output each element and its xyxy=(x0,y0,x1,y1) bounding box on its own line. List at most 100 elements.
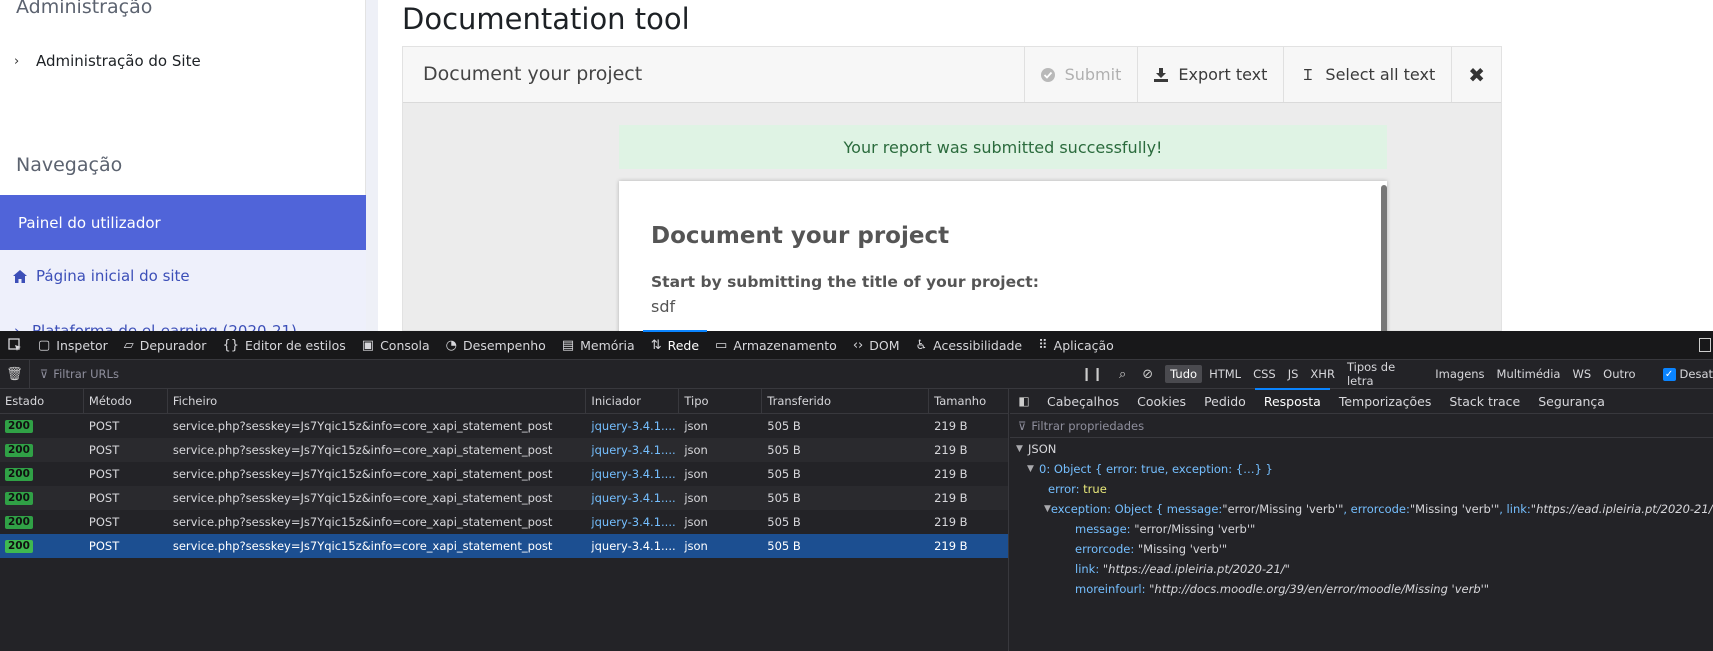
block-icon[interactable]: ⊘ xyxy=(1142,367,1153,382)
json-root[interactable]: ▼ JSON xyxy=(1010,439,1713,459)
table-row[interactable]: 200 POST service.php?sesskey=Js7Yqic15z&in… xyxy=(0,414,1008,438)
cell-size: 219 B xyxy=(929,438,1008,462)
tab-stack-trace[interactable]: Stack trace xyxy=(1440,389,1529,414)
tab-performance[interactable]: ◔ Desempenho xyxy=(438,331,554,360)
filter-other[interactable]: Outro xyxy=(1598,365,1640,383)
column-type[interactable]: Tipo xyxy=(679,389,763,413)
json-message[interactable]: message: "error/Missing 'verb'" xyxy=(1010,519,1713,539)
cell-size: 219 B xyxy=(929,414,1008,438)
cell-text[interactable]: jquery-3.4.1.... xyxy=(591,539,675,553)
text-cursor-icon: Ｉ xyxy=(1300,66,1316,84)
tab-style-editor[interactable]: {} Editor de estilos xyxy=(214,331,353,360)
column-file[interactable]: Ficheiro xyxy=(168,389,587,413)
filter-icon: ⊽ xyxy=(1018,418,1027,433)
tab-inspector[interactable]: ▢ Inspetor xyxy=(30,331,116,360)
tab-application[interactable]: ⠿ Aplicação xyxy=(1030,331,1122,360)
select-all-text-button[interactable]: Ｉ Select all text xyxy=(1283,47,1451,102)
json-exception[interactable]: ▼ exception: Object { message: "error/Mi… xyxy=(1010,499,1713,519)
cell-text: 505 B xyxy=(767,443,801,457)
json-item-0[interactable]: ▼ 0: Object { error: true, exception: {…… xyxy=(1010,459,1713,479)
filter-css[interactable]: CSS xyxy=(1248,365,1281,383)
table-row[interactable]: 200 POST service.php?sesskey=Js7Yqic15z&in… xyxy=(0,462,1008,486)
cell-text: POST xyxy=(88,443,120,457)
table-row[interactable]: 200 POST service.php?sesskey=Js7Yqic15z&in… xyxy=(0,438,1008,462)
element-picker-icon[interactable] xyxy=(0,331,30,360)
column-initiator[interactable]: Iniciador xyxy=(586,389,680,413)
tab-debugger[interactable]: ▱ Depurador xyxy=(116,331,215,360)
filter-fonts[interactable]: Tipos de letra xyxy=(1342,358,1428,390)
json-link[interactable]: link: "https://ead.ipleiria.pt/2020-21/" xyxy=(1010,559,1713,579)
dock-icon[interactable] xyxy=(1699,338,1711,352)
cell-text: service.php?sesskey=Js7Yqic15z&info=core… xyxy=(172,443,553,457)
trash-icon[interactable]: 🗑 xyxy=(0,359,30,389)
cell-text[interactable]: jquery-3.4.1.... xyxy=(591,467,675,481)
filter-ws[interactable]: WS xyxy=(1567,365,1596,383)
tab-dom[interactable]: ‹› DOM xyxy=(845,331,908,360)
cell-text[interactable]: jquery-3.4.1.... xyxy=(591,515,675,529)
column-size[interactable]: Tamanho xyxy=(929,389,1008,413)
code-icon: ‹› xyxy=(852,337,864,353)
filter-all[interactable]: Tudo xyxy=(1165,365,1203,383)
filter-urls-input[interactable]: ⊽ Filtrar URLs xyxy=(40,367,1081,381)
toggle-panel-icon[interactable]: ◧ xyxy=(1010,394,1038,408)
cell-text: 219 B xyxy=(934,443,968,457)
table-row[interactable]: 200 POST service.php?sesskey=Js7Yqic15z&in… xyxy=(0,486,1008,510)
export-text-button[interactable]: Export text xyxy=(1137,47,1283,102)
filter-images[interactable]: Imagens xyxy=(1430,365,1489,383)
cell-text: service.php?sesskey=Js7Yqic15z&info=core… xyxy=(172,491,553,505)
cell-text[interactable]: jquery-3.4.1.... xyxy=(591,491,675,505)
panel-title: Document your project xyxy=(423,63,643,85)
tab-cookies[interactable]: Cookies xyxy=(1128,389,1195,414)
details-tabbar: ◧ Cabeçalhos Cookies Pedido Resposta Tem… xyxy=(1010,387,1713,414)
filter-media[interactable]: Multimédia xyxy=(1492,365,1566,383)
filter-html[interactable]: HTML xyxy=(1204,365,1246,383)
accessibility-icon: ♿ xyxy=(915,337,928,353)
pause-icon[interactable]: ❙❙ xyxy=(1081,367,1103,382)
cell-transferred: 505 B xyxy=(762,486,929,510)
search-icon[interactable]: ⌕ xyxy=(1119,367,1126,382)
disable-cache-label: Desat xyxy=(1679,367,1713,381)
tab-accessibility[interactable]: ♿ Acessibilidade xyxy=(907,331,1030,360)
json-error[interactable]: error: true xyxy=(1010,479,1713,499)
tab-network[interactable]: ⇅ Rede xyxy=(642,329,708,360)
column-method[interactable]: Método xyxy=(84,389,168,413)
tab-request[interactable]: Pedido xyxy=(1195,389,1255,414)
table-row[interactable]: 200 POST service.php?sesskey=Js7Yqic15z&in… xyxy=(0,510,1008,534)
table-row[interactable]: 200 POST service.php?sesskey=Js7Yqic15z&in… xyxy=(0,534,1008,558)
tab-storage[interactable]: ▭ Armazenamento xyxy=(707,331,845,360)
filter-xhr[interactable]: XHR xyxy=(1305,365,1340,383)
filter-js[interactable]: JS xyxy=(1283,365,1304,383)
download-icon xyxy=(1154,67,1169,82)
scrollbar[interactable] xyxy=(1381,185,1387,331)
tab-headers[interactable]: Cabeçalhos xyxy=(1038,389,1128,414)
cell-text[interactable]: jquery-3.4.1.... xyxy=(591,419,675,433)
tab-security[interactable]: Segurança xyxy=(1529,389,1614,414)
sidebar-item-site-admin[interactable]: › Administração do Site xyxy=(14,52,201,70)
column-transferred[interactable]: Transferido xyxy=(762,389,930,413)
cell-text[interactable]: jquery-3.4.1.... xyxy=(591,443,675,457)
json-key: error: xyxy=(1048,482,1080,496)
tab-label: Rede xyxy=(667,337,700,353)
json-tree: ▼ JSON ▼ 0: Object { error: true, except… xyxy=(1010,438,1713,599)
cell-text: POST xyxy=(88,515,120,529)
cell-status: 200 xyxy=(0,414,84,438)
tab-label: DOM xyxy=(869,337,900,353)
request-list: Estado Método Ficheiro Iniciador Tipo Tr… xyxy=(0,389,1009,651)
sidebar-item-dashboard[interactable]: Painel do utilizador xyxy=(0,195,366,250)
cell-text: 505 B xyxy=(767,491,801,505)
tab-memory[interactable]: ▤ Memória xyxy=(554,331,643,360)
filter-properties-input[interactable]: ⊽ Filtrar propriedades xyxy=(1010,414,1713,438)
tab-response[interactable]: Resposta xyxy=(1254,387,1330,414)
json-moreinfourl[interactable]: moreinfourl: "http://docs.moodle.org/39/… xyxy=(1010,579,1713,599)
disable-cache-checkbox[interactable]: ✓ Desat xyxy=(1662,367,1713,381)
sidebar-item-home[interactable]: Página inicial do site xyxy=(13,267,190,285)
cell-text: json xyxy=(684,467,708,481)
submit-button[interactable]: Submit xyxy=(1023,47,1138,102)
close-button[interactable]: ✖ xyxy=(1451,47,1501,102)
json-errorcode[interactable]: errorcode: "Missing 'verb'" xyxy=(1010,539,1713,559)
tab-timings[interactable]: Temporizações xyxy=(1330,389,1441,414)
json-summary-value: "https://ead.ipleiria.pt/2020-21/" xyxy=(1530,502,1713,516)
tab-console[interactable]: ▣ Consola xyxy=(354,331,438,360)
column-status[interactable]: Estado xyxy=(0,389,84,413)
nav-heading: Navegação xyxy=(16,154,123,176)
